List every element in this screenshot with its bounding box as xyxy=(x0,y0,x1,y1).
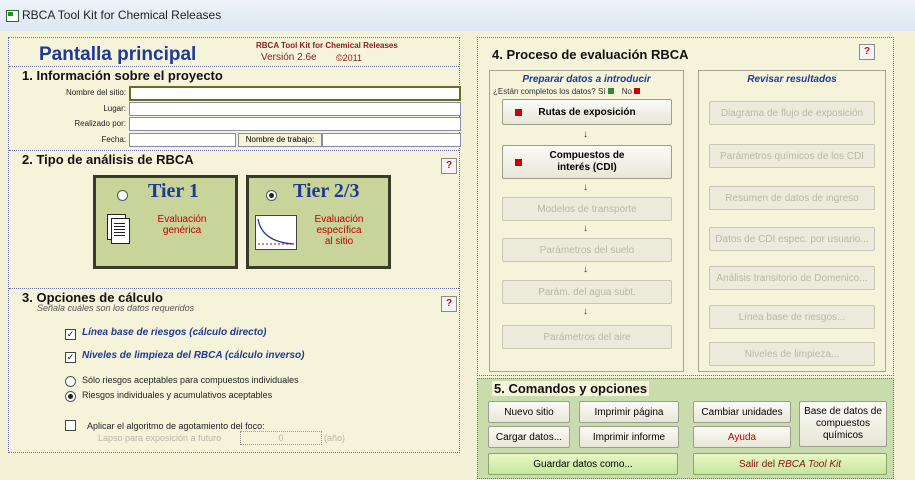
flow-arrow-3: ↓ xyxy=(583,223,588,234)
calc-help-button[interactable]: ? xyxy=(441,296,457,312)
exit-button[interactable]: Salir del RBCA Tool Kit xyxy=(693,453,887,475)
baseline-option-label: Línea base de riesgos (cálculo directo) xyxy=(82,327,267,338)
calc-subtitle: Señala cuáles son los datos requeridos xyxy=(37,303,195,313)
individual-risk-radio[interactable] xyxy=(65,376,76,387)
load-data-button[interactable]: Cargar datos... xyxy=(488,426,570,448)
status-yes: Sí xyxy=(597,87,606,96)
individual-risk-label: Sólo riesgos aceptables para compuestos … xyxy=(82,375,299,385)
project-title: 1. Información sobre el proyecto xyxy=(22,68,223,83)
tier1-option[interactable]: Tier 1 Evaluación genérica xyxy=(93,175,238,269)
tier23-radio[interactable] xyxy=(266,190,277,201)
tier1-radio[interactable] xyxy=(117,190,128,201)
soil-parameters-button[interactable]: Parámetros del suelo xyxy=(502,238,672,262)
change-units-button[interactable]: Cambiar unidades xyxy=(693,401,791,423)
chemical-database-button[interactable]: Base de datos de compuestos químicos xyxy=(799,401,887,447)
review-results-box: Revisar resultados Diagrama de flujo de … xyxy=(698,70,886,372)
groundwater-parameters-button[interactable]: Parám. del agua subt. xyxy=(502,280,672,304)
print-page-button[interactable]: Imprimir página xyxy=(579,401,679,423)
flow-arrow-2: ↓ xyxy=(583,182,588,193)
save-data-as-button[interactable]: Guardar datos como... xyxy=(488,453,678,475)
exposure-routes-button[interactable]: Rutas de exposición xyxy=(502,99,672,125)
status-yes-marker xyxy=(607,88,614,94)
baseline-risk-button[interactable]: Línea base de riesgos... xyxy=(709,305,875,329)
air-parameters-button[interactable]: Parámetros del aire xyxy=(502,325,672,349)
cleanup-levels-button[interactable]: Niveles de limpieza... xyxy=(709,342,875,366)
domenico-analysis-button[interactable]: Análisis transitorio de Domenico... xyxy=(709,266,875,290)
cumulative-risk-radio[interactable] xyxy=(65,391,76,402)
depletion-checkbox[interactable] xyxy=(65,420,76,431)
site-name-label: Nombre del sitio: xyxy=(65,88,126,97)
product-name: RBCA Tool Kit for Chemical Releases xyxy=(256,41,398,50)
date-input[interactable] xyxy=(129,133,236,147)
prepare-title: Preparar datos a introducir xyxy=(522,74,651,85)
main-area: Pantalla principal RBCA Tool Kit for Che… xyxy=(0,31,915,480)
review-title: Revisar resultados xyxy=(747,74,837,85)
document-icon xyxy=(107,214,130,244)
input-summary-button[interactable]: Resumen de datos de ingreso xyxy=(709,186,875,210)
process-help-button[interactable]: ? xyxy=(859,44,875,60)
help-button[interactable]: Ayuda xyxy=(693,426,791,448)
commands-title: 5. Comandos y opciones xyxy=(492,381,650,396)
process-title: 4. Proceso de evaluación RBCA xyxy=(492,47,689,62)
new-site-button[interactable]: Nuevo sitio xyxy=(488,401,570,423)
tier1-label: Tier 1 xyxy=(148,180,199,202)
exposure-flowchart-button[interactable]: Diagrama de flujo de exposición xyxy=(709,101,875,125)
future-exposure-label: Lapso para exposición a futuro xyxy=(98,433,222,443)
tier23-option[interactable]: Tier 2/3 Evaluación específica al sitio xyxy=(246,175,391,269)
status-no-marker xyxy=(633,88,640,94)
cumulative-risk-label: Riesgos individuales y acumulativos acep… xyxy=(82,390,273,400)
future-exposure-input[interactable]: 0 xyxy=(240,431,322,445)
coc-chemical-parameters-button[interactable]: Parámetros químicos de los CDI xyxy=(709,144,875,168)
tier1-description: Evaluación genérica xyxy=(157,214,207,236)
job-name-input[interactable] xyxy=(322,133,461,147)
flow-arrow-5: ↓ xyxy=(583,306,588,317)
process-section: 4. Proceso de evaluación RBCA ? Preparar… xyxy=(477,37,894,376)
tier23-label: Tier 2/3 xyxy=(293,180,360,202)
window-title: RBCA Tool Kit for Chemical Releases xyxy=(22,8,222,22)
transport-models-button[interactable]: Modelos de transporte xyxy=(502,197,672,221)
flow-arrow-1: ↓ xyxy=(583,129,588,140)
place-input[interactable] xyxy=(129,102,461,116)
user-coc-data-button[interactable]: Datos de CDI espec. por usuario... xyxy=(709,227,875,251)
baseline-checkbox[interactable]: ✓ xyxy=(65,329,76,340)
future-exposure-unit: (año) xyxy=(324,433,346,443)
cleanup-option-label: Niveles de limpieza del RBCA (cálculo in… xyxy=(82,350,305,361)
application-window: RBCA Tool Kit for Chemical Releases Pant… xyxy=(0,0,915,480)
status-indicator xyxy=(515,109,522,116)
left-panel: Pantalla principal RBCA Tool Kit for Che… xyxy=(8,37,461,453)
analysis-title: 2. Tipo de análisis de RBCA xyxy=(22,152,194,167)
site-name-input[interactable] xyxy=(129,86,461,101)
status-indicator xyxy=(515,159,522,166)
depletion-label: Aplicar el algoritmo de agotamiento del … xyxy=(87,421,265,431)
place-label: Lugar: xyxy=(103,104,126,113)
title-bar: RBCA Tool Kit for Chemical Releases xyxy=(0,0,915,32)
app-icon xyxy=(6,10,19,22)
date-label: Fecha: xyxy=(101,135,126,144)
decay-curve-icon xyxy=(255,215,297,250)
job-name-label: Nombre de trabajo: xyxy=(238,133,322,147)
project-section: 1. Información sobre el proyecto Nombre … xyxy=(9,66,461,153)
compounds-of-interest-button[interactable]: Compuestos de interés (CDI) xyxy=(502,145,672,179)
print-report-button[interactable]: Imprimir informe xyxy=(579,426,679,448)
cleanup-checkbox[interactable]: ✓ xyxy=(65,352,76,363)
calc-section: 3. Opciones de cálculo Señala cuáles son… xyxy=(9,288,459,453)
screen-title: Pantalla principal xyxy=(39,44,197,65)
prepare-data-box: Preparar datos a introducir ¿Están compl… xyxy=(489,70,684,372)
done-by-input[interactable] xyxy=(129,117,461,131)
analysis-section: 2. Tipo de análisis de RBCA ? Tier 1 Eva… xyxy=(9,150,459,289)
analysis-help-button[interactable]: ? xyxy=(441,158,457,174)
flow-arrow-4: ↓ xyxy=(583,264,588,275)
year-text: ©2011 xyxy=(336,53,362,63)
data-complete-question: ¿Están completos los datos? Sí No xyxy=(493,87,640,96)
tier23-description: Evaluación específica al sitio xyxy=(314,214,364,247)
status-no: No xyxy=(621,87,632,96)
version-text: Versión 2.6e xyxy=(261,52,317,63)
commands-section: 5. Comandos y opciones Nuevo sitio Impri… xyxy=(477,378,894,479)
done-by-label: Realizado por: xyxy=(74,119,126,128)
